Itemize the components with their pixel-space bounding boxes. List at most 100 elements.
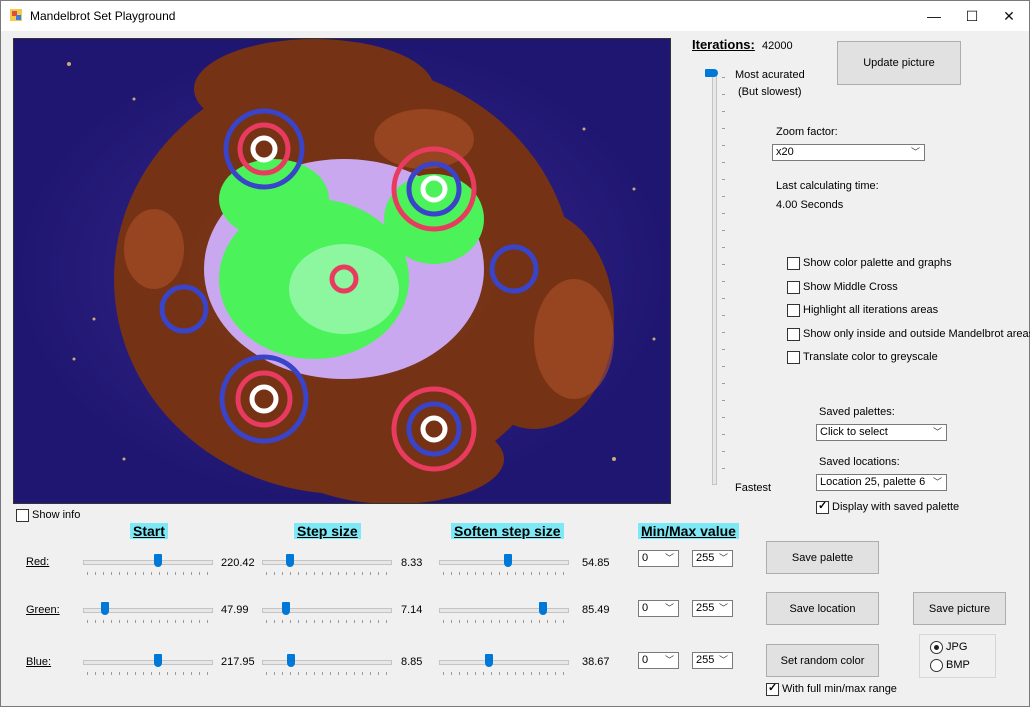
bmp-label: BMP	[946, 659, 970, 671]
display-saved-palette-checkbox[interactable]	[816, 499, 829, 514]
blue-max-select[interactable]: 255 ﹀	[692, 652, 733, 669]
chevron-down-icon: ﹀	[910, 147, 920, 157]
close-button[interactable]: ✕	[990, 1, 1028, 31]
green-soften-thumb[interactable]	[538, 602, 547, 615]
header-start: Start	[130, 523, 168, 539]
blue-step-ticks	[266, 672, 390, 675]
full-range-label: With full min/max range	[782, 683, 897, 695]
red-min-select[interactable]: 0 ﹀	[638, 550, 679, 567]
red-start-slider[interactable]	[83, 560, 213, 565]
green-min-select[interactable]: 0 ﹀	[638, 600, 679, 617]
blue-label: Blue:	[26, 656, 52, 668]
iterations-value: 42000	[762, 40, 793, 52]
inside-outside-checkbox[interactable]	[787, 328, 800, 341]
blue-min-select[interactable]: 0 ﹀	[638, 652, 679, 669]
jpg-radio[interactable]	[930, 641, 943, 654]
blue-start-slider[interactable]	[83, 660, 213, 665]
chevron-down-icon: ﹀	[664, 553, 674, 563]
saved-palettes-value: Click to select	[820, 426, 888, 438]
inside-outside-label: Show only inside and outside Mandelbrot …	[803, 328, 1030, 340]
blue-soften-slider[interactable]	[439, 660, 569, 665]
save-palette-button[interactable]: Save palette	[766, 541, 879, 574]
iterations-label: Iterations:	[692, 37, 755, 52]
iterations-top-sublabel: (But slowest)	[738, 86, 802, 98]
green-step-thumb[interactable]	[282, 602, 291, 615]
blue-min-value: 0	[642, 654, 649, 666]
red-start-ticks	[87, 572, 211, 575]
show-middle-cross-checkbox[interactable]	[787, 281, 800, 294]
save-picture-button[interactable]: Save picture	[913, 592, 1006, 625]
red-label: Red:	[26, 556, 50, 568]
mandelbrot-picture[interactable]	[13, 38, 671, 504]
save-location-button[interactable]: Save location	[766, 592, 879, 625]
red-soften-thumb[interactable]	[503, 554, 512, 567]
saved-locations-value: Location 25, palette 6	[820, 476, 926, 488]
red-soften-value: 54.85	[582, 557, 610, 569]
red-max-select[interactable]: 255 ﹀	[692, 550, 733, 567]
chevron-down-icon: ﹀	[718, 553, 728, 563]
red-step-value: 8.33	[401, 557, 423, 569]
red-step-thumb[interactable]	[286, 554, 294, 567]
jpg-label: JPG	[946, 641, 968, 653]
app-icon	[10, 9, 22, 21]
iterations-slider-ticks	[722, 77, 725, 482]
chevron-down-icon: ﹀	[664, 655, 674, 665]
red-soften-ticks	[443, 572, 567, 575]
blue-max-value: 255	[696, 654, 715, 666]
red-step-ticks	[266, 572, 390, 575]
red-start-value: 220.42	[221, 557, 255, 569]
blue-start-value: 217.95	[221, 656, 255, 668]
highlight-iterations-label: Highlight all iterations areas	[803, 304, 939, 316]
red-min-value: 0	[642, 552, 649, 564]
blue-start-ticks	[87, 672, 211, 675]
greyscale-label: Translate color to greyscale	[803, 351, 938, 363]
iterations-slider-thumb[interactable]	[705, 69, 718, 77]
iterations-slider-track[interactable]	[712, 73, 717, 485]
chevron-down-icon: ﹀	[932, 427, 942, 437]
green-soften-value: 85.49	[582, 604, 610, 616]
zoom-factor-value: x20	[776, 146, 794, 158]
iterations-top-label: Most acurated	[735, 69, 805, 81]
green-max-select[interactable]: 255 ﹀	[692, 600, 733, 617]
green-step-value: 7.14	[401, 604, 423, 616]
blue-step-slider[interactable]	[262, 660, 392, 665]
blue-step-thumb[interactable]	[287, 654, 296, 667]
green-label: Green:	[26, 604, 60, 616]
red-step-slider[interactable]	[262, 560, 392, 565]
blue-soften-value: 38.67	[582, 656, 610, 668]
highlight-iterations-checkbox[interactable]	[787, 304, 800, 317]
set-random-color-button[interactable]: Set random color	[766, 644, 879, 677]
calc-time-value: 4.00 Seconds	[776, 199, 844, 211]
show-info-checkbox[interactable]	[16, 509, 29, 522]
update-picture-button[interactable]: Update picture	[837, 41, 961, 85]
green-start-ticks	[87, 620, 211, 623]
zoom-factor-select[interactable]: x20 ﹀	[772, 144, 925, 161]
green-min-value: 0	[642, 602, 649, 614]
saved-palettes-select[interactable]: Click to select ﹀	[816, 424, 947, 441]
blue-soften-thumb[interactable]	[484, 654, 493, 667]
maximize-button[interactable]: ☐	[953, 1, 991, 31]
minimize-button[interactable]: —	[915, 1, 953, 31]
title-bar: Mandelbrot Set Playground — ☐ ✕	[1, 1, 1029, 31]
saved-palettes-label: Saved palettes:	[819, 406, 895, 418]
window-title: Mandelbrot Set Playground	[30, 9, 176, 23]
chevron-down-icon: ﹀	[718, 603, 728, 613]
green-start-thumb[interactable]	[101, 602, 109, 615]
saved-locations-label: Saved locations:	[819, 456, 900, 468]
saved-locations-select[interactable]: Location 25, palette 6 ﹀	[816, 474, 947, 491]
blue-soften-ticks	[443, 672, 567, 675]
show-palette-checkbox[interactable]	[787, 257, 800, 270]
header-min-max: Min/Max value	[638, 523, 739, 539]
green-soften-slider[interactable]	[439, 608, 569, 613]
green-max-value: 255	[696, 602, 715, 614]
green-start-value: 47.99	[221, 604, 249, 616]
full-range-checkbox[interactable]	[766, 681, 779, 696]
bmp-radio[interactable]	[930, 659, 943, 672]
fractal-image	[14, 39, 670, 503]
blue-step-value: 8.85	[401, 656, 423, 668]
red-start-thumb[interactable]	[153, 554, 162, 567]
display-saved-palette-label: Display with saved palette	[832, 501, 960, 513]
chevron-down-icon: ﹀	[718, 655, 728, 665]
greyscale-checkbox[interactable]	[787, 351, 800, 364]
blue-start-thumb[interactable]	[153, 654, 162, 667]
